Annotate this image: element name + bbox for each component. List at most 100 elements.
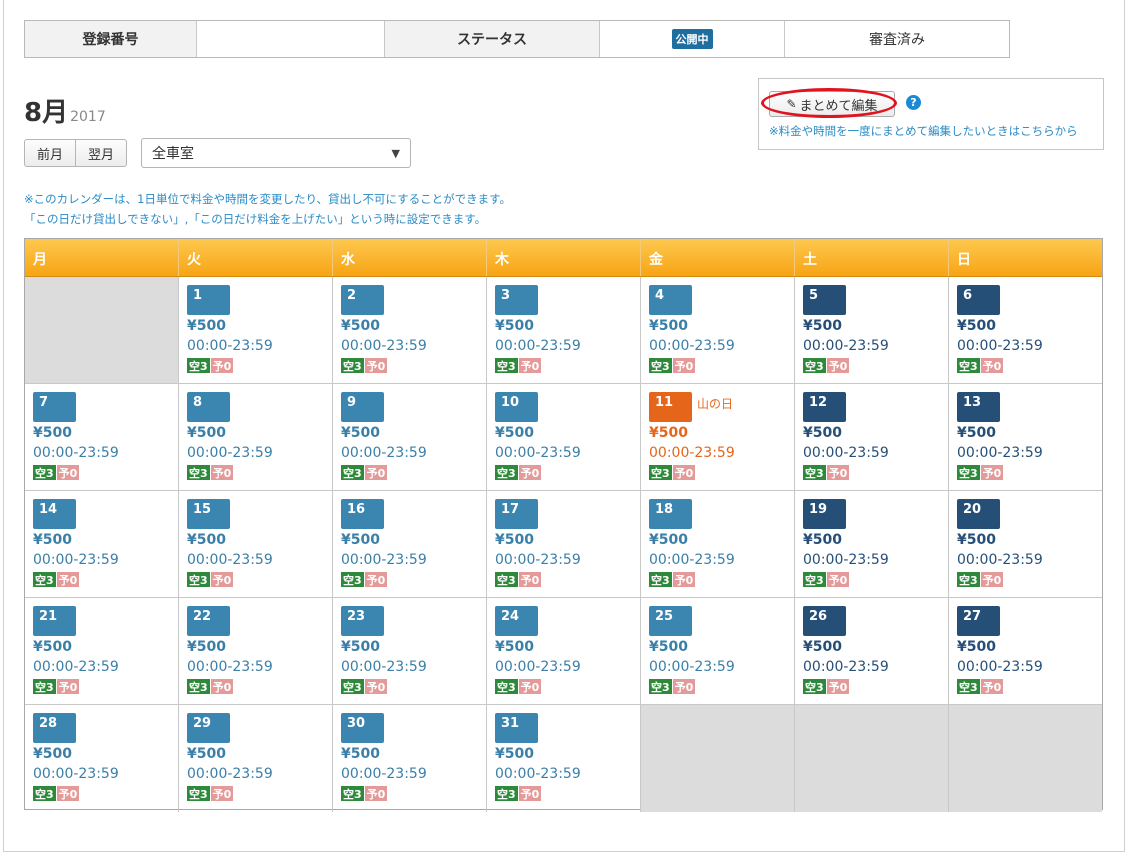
day-hours: 00:00-23:59 bbox=[649, 659, 735, 675]
help-icon[interactable]: ? bbox=[906, 95, 921, 110]
day-number[interactable]: 14 bbox=[33, 499, 76, 529]
calendar-day-cell[interactable]: 1 ¥500 00:00-23:59 空3 予0 bbox=[179, 277, 333, 383]
next-month-button[interactable]: 翌月 bbox=[76, 139, 128, 167]
availability-tags: 空3 予0 bbox=[649, 465, 696, 480]
reserved-badge: 予0 bbox=[518, 679, 542, 694]
calendar-day-cell[interactable]: 5 ¥500 00:00-23:59 空3 予0 bbox=[795, 277, 949, 383]
calendar-day-cell[interactable]: 21 ¥500 00:00-23:59 空3 予0 bbox=[25, 598, 179, 704]
day-number[interactable]: 30 bbox=[341, 713, 384, 743]
calendar-body: 1 ¥500 00:00-23:59 空3 予0 2 ¥500 00:00-23:59 空3 予0… bbox=[25, 277, 1102, 812]
day-number[interactable]: 24 bbox=[495, 606, 538, 636]
reserved-badge: 予0 bbox=[364, 572, 388, 587]
calendar-day-cell[interactable]: 17 ¥500 00:00-23:59 空3 予0 bbox=[487, 491, 641, 597]
calendar-day-cell[interactable]: 12 ¥500 00:00-23:59 空3 予0 bbox=[795, 384, 949, 490]
day-number[interactable]: 11 bbox=[649, 392, 692, 422]
day-number[interactable]: 28 bbox=[33, 713, 76, 743]
day-number[interactable]: 19 bbox=[803, 499, 846, 529]
day-number[interactable]: 9 bbox=[341, 392, 384, 422]
day-number[interactable]: 16 bbox=[341, 499, 384, 529]
calendar-day-cell[interactable]: 16 ¥500 00:00-23:59 空3 予0 bbox=[333, 491, 487, 597]
calendar-day-cell[interactable]: 20 ¥500 00:00-23:59 空3 予0 bbox=[949, 491, 1102, 597]
availability-tags: 空3 予0 bbox=[187, 358, 234, 373]
vacant-badge: 空3 bbox=[495, 358, 518, 373]
calendar-day-cell[interactable]: 22 ¥500 00:00-23:59 空3 予0 bbox=[179, 598, 333, 704]
vacant-badge: 空3 bbox=[33, 465, 56, 480]
day-number[interactable]: 8 bbox=[187, 392, 230, 422]
calendar-day-cell[interactable]: 23 ¥500 00:00-23:59 空3 予0 bbox=[333, 598, 487, 704]
day-number[interactable]: 2 bbox=[341, 285, 384, 315]
day-number[interactable]: 4 bbox=[649, 285, 692, 315]
vacant-badge: 空3 bbox=[33, 572, 56, 587]
day-number[interactable]: 31 bbox=[495, 713, 538, 743]
day-number[interactable]: 18 bbox=[649, 499, 692, 529]
day-number[interactable]: 29 bbox=[187, 713, 230, 743]
weekday-sun: 日 bbox=[957, 252, 971, 268]
availability-tags: 空3 予0 bbox=[495, 358, 542, 373]
room-select[interactable]: 全車室 ▼ bbox=[141, 138, 411, 168]
availability-tags: 空3 予0 bbox=[957, 358, 1004, 373]
availability-tags: 空3 予0 bbox=[187, 572, 234, 587]
calendar-day-cell[interactable]: 31 ¥500 00:00-23:59 空3 予0 bbox=[487, 705, 641, 812]
calendar-day-cell[interactable]: 7 ¥500 00:00-23:59 空3 予0 bbox=[25, 384, 179, 490]
availability-tags: 空3 予0 bbox=[649, 358, 696, 373]
day-number[interactable]: 5 bbox=[803, 285, 846, 315]
day-number[interactable]: 27 bbox=[957, 606, 1000, 636]
pencil-icon: ✎ bbox=[786, 97, 797, 111]
calendar-day-cell[interactable]: 2 ¥500 00:00-23:59 空3 予0 bbox=[333, 277, 487, 383]
availability-tags: 空3 予0 bbox=[341, 572, 388, 587]
day-number[interactable]: 6 bbox=[957, 285, 1000, 315]
day-price: ¥500 bbox=[957, 425, 996, 441]
calendar-day-cell[interactable]: 3 ¥500 00:00-23:59 空3 予0 bbox=[487, 277, 641, 383]
day-number[interactable]: 21 bbox=[33, 606, 76, 636]
day-hours: 00:00-23:59 bbox=[33, 552, 119, 568]
calendar-day-cell[interactable]: 18 ¥500 00:00-23:59 空3 予0 bbox=[641, 491, 795, 597]
calendar-day-cell[interactable]: 9 ¥500 00:00-23:59 空3 予0 bbox=[333, 384, 487, 490]
calendar-day-cell[interactable]: 6 ¥500 00:00-23:59 空3 予0 bbox=[949, 277, 1102, 383]
day-number[interactable]: 12 bbox=[803, 392, 846, 422]
calendar-day-cell[interactable]: 10 ¥500 00:00-23:59 空3 予0 bbox=[487, 384, 641, 490]
calendar-day-cell[interactable]: 15 ¥500 00:00-23:59 空3 予0 bbox=[179, 491, 333, 597]
calendar-day-cell[interactable]: 30 ¥500 00:00-23:59 空3 予0 bbox=[333, 705, 487, 812]
published-badge: 公開中 bbox=[671, 29, 713, 49]
day-number[interactable]: 22 bbox=[187, 606, 230, 636]
day-number[interactable]: 10 bbox=[495, 392, 538, 422]
day-number[interactable]: 25 bbox=[649, 606, 692, 636]
day-number[interactable]: 17 bbox=[495, 499, 538, 529]
vacant-badge: 空3 bbox=[957, 572, 980, 587]
bulk-edit-button[interactable]: ✎ まとめて編集 bbox=[769, 91, 895, 117]
prev-month-button[interactable]: 前月 bbox=[24, 139, 77, 167]
calendar-day-cell[interactable]: 19 ¥500 00:00-23:59 空3 予0 bbox=[795, 491, 949, 597]
weekday-wed: 水 bbox=[333, 239, 487, 276]
calendar-day-cell[interactable]: 25 ¥500 00:00-23:59 空3 予0 bbox=[641, 598, 795, 704]
vacant-badge: 空3 bbox=[187, 786, 210, 801]
calendar-day-cell[interactable]: 14 ¥500 00:00-23:59 空3 予0 bbox=[25, 491, 179, 597]
day-number[interactable]: 1 bbox=[187, 285, 230, 315]
day-number[interactable]: 7 bbox=[33, 392, 76, 422]
calendar-empty-cell bbox=[949, 705, 1102, 812]
vacant-badge: 空3 bbox=[649, 572, 672, 587]
reserved-badge: 予0 bbox=[210, 465, 234, 480]
day-price: ¥500 bbox=[803, 425, 842, 441]
day-price: ¥500 bbox=[803, 318, 842, 334]
day-number[interactable]: 26 bbox=[803, 606, 846, 636]
calendar-day-cell[interactable]: 4 ¥500 00:00-23:59 空3 予0 bbox=[641, 277, 795, 383]
calendar-day-cell[interactable]: 29 ¥500 00:00-23:59 空3 予0 bbox=[179, 705, 333, 812]
calendar-day-cell[interactable]: 11 山の日 ¥500 00:00-23:59 空3 予0 bbox=[641, 384, 795, 490]
day-number[interactable]: 3 bbox=[495, 285, 538, 315]
vacant-badge: 空3 bbox=[187, 572, 210, 587]
calendar-day-cell[interactable]: 27 ¥500 00:00-23:59 空3 予0 bbox=[949, 598, 1102, 704]
day-number[interactable]: 23 bbox=[341, 606, 384, 636]
day-hours: 00:00-23:59 bbox=[341, 338, 427, 354]
day-hours: 00:00-23:59 bbox=[341, 659, 427, 675]
calendar-day-cell[interactable]: 26 ¥500 00:00-23:59 空3 予0 bbox=[795, 598, 949, 704]
day-number[interactable]: 13 bbox=[957, 392, 1000, 422]
day-hours: 00:00-23:59 bbox=[341, 766, 427, 782]
room-select-value: 全車室 bbox=[152, 146, 194, 162]
day-number[interactable]: 15 bbox=[187, 499, 230, 529]
day-number[interactable]: 20 bbox=[957, 499, 1000, 529]
calendar-day-cell[interactable]: 8 ¥500 00:00-23:59 空3 予0 bbox=[179, 384, 333, 490]
calendar-day-cell[interactable]: 13 ¥500 00:00-23:59 空3 予0 bbox=[949, 384, 1102, 490]
calendar-day-cell[interactable]: 28 ¥500 00:00-23:59 空3 予0 bbox=[25, 705, 179, 812]
reserved-badge: 予0 bbox=[518, 465, 542, 480]
calendar-day-cell[interactable]: 24 ¥500 00:00-23:59 空3 予0 bbox=[487, 598, 641, 704]
